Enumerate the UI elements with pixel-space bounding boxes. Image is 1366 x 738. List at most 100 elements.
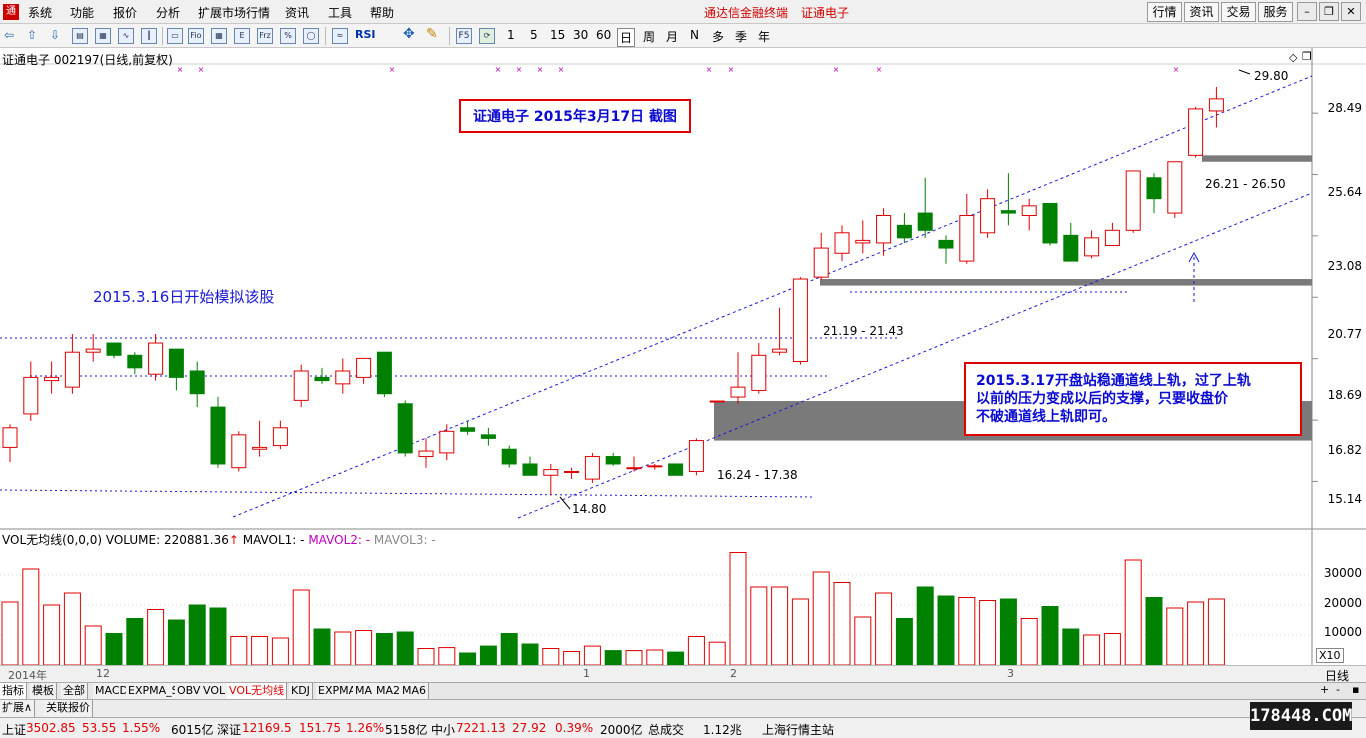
candle-body: [1188, 108, 1204, 156]
tab-kdj[interactable]: KDJ: [289, 683, 313, 700]
menu-extended-market[interactable]: 扩展市场行情: [198, 4, 270, 21]
indicator-icon[interactable]: ≈: [332, 28, 348, 44]
frz-icon[interactable]: Frz: [257, 28, 273, 44]
pencil-icon[interactable]: ✎: [426, 26, 438, 42]
refresh-icon[interactable]: ⟳: [479, 28, 495, 44]
volume-bar: [105, 633, 123, 665]
candle: [855, 220, 871, 254]
menu-tools[interactable]: 工具: [328, 4, 352, 21]
rsi-button[interactable]: RSI: [355, 28, 376, 41]
quote-button[interactable]: 行情: [1147, 2, 1182, 22]
minimize-icon[interactable]: –: [1297, 2, 1317, 21]
mavol2-label: MAVOL2: -: [308, 533, 371, 547]
toolbar: ⇦ ⇧ ⇩ ▤ ▦ ∿ ┃ ▭ Fio ▦ E Frz % ◯ ≈ RSI ✥ …: [0, 24, 1366, 48]
circle-icon[interactable]: ◯: [303, 28, 319, 44]
candle-body: [1063, 234, 1079, 262]
percent-icon[interactable]: %: [280, 28, 296, 44]
server-label[interactable]: 上海行情主站: [762, 721, 834, 738]
grid-icon[interactable]: ▦: [95, 28, 111, 44]
zoom-out-icon[interactable]: -: [1336, 683, 1340, 696]
candle-body: [917, 212, 933, 231]
tab-vol-no-ma[interactable]: VOL无均线: [227, 683, 288, 700]
volume-bar: [230, 636, 248, 665]
tab-template[interactable]: 模板: [30, 683, 57, 700]
menu-system[interactable]: 系统: [28, 4, 52, 21]
period-month[interactable]: 月: [666, 28, 678, 45]
zoom-in-icon[interactable]: +: [1320, 683, 1329, 696]
period-day[interactable]: 日: [617, 28, 636, 47]
menu-info[interactable]: 资讯: [285, 4, 309, 21]
info-button[interactable]: 资讯: [1184, 2, 1219, 22]
volume-bar: [1, 601, 19, 665]
arrow-left-icon[interactable]: ⇦: [4, 28, 14, 42]
volume-bar: [667, 651, 685, 665]
candle-body: [501, 448, 517, 465]
tab-vol[interactable]: VOL: [201, 683, 229, 700]
candle-body: [792, 278, 808, 363]
volume-bar: [209, 607, 227, 665]
strategy-note-line: 不破通道线上轨即可。: [976, 409, 1116, 425]
period-season[interactable]: 季: [735, 28, 747, 45]
period-multi[interactable]: 多: [712, 28, 724, 45]
sh-percent: 1.55%: [122, 721, 161, 735]
tab-all[interactable]: 全部: [61, 683, 88, 700]
status-bar: 上证 3502.85 53.55 1.55% 6015亿 深证 12169.5 …: [0, 717, 1366, 738]
menu-function[interactable]: 功能: [70, 4, 94, 21]
candle-body: [356, 357, 372, 378]
window-icon[interactable]: ❐: [1302, 50, 1312, 63]
tab-obv[interactable]: OBV: [175, 683, 204, 700]
candle-body: [85, 348, 101, 353]
candle: [647, 463, 663, 470]
fio-icon[interactable]: Fio: [188, 28, 204, 44]
f5-button[interactable]: F5: [456, 28, 472, 44]
trade-button[interactable]: 交易: [1221, 2, 1256, 22]
volume-bar: [438, 647, 456, 665]
arrow-down-icon[interactable]: ⇩: [50, 28, 60, 42]
tab-ma2[interactable]: MA2: [374, 683, 404, 700]
tab-ma[interactable]: MA: [353, 683, 376, 700]
strategy-note: 2015.3.17开盘站稳通道线上轨，过了上轨 以前的压力变成以后的支撑，只要收…: [964, 362, 1302, 436]
period-5min[interactable]: 5: [530, 28, 538, 42]
line-chart-icon[interactable]: ∿: [118, 28, 134, 44]
period-year[interactable]: 年: [758, 28, 770, 45]
tab-ma6[interactable]: MA6: [400, 683, 430, 700]
report-icon[interactable]: ▤: [72, 28, 88, 44]
volume-bar: [167, 619, 185, 665]
close-icon[interactable]: ✕: [1341, 2, 1361, 21]
diamond-icon[interactable]: ◇: [1289, 51, 1297, 64]
candle-body: [252, 446, 268, 450]
service-button[interactable]: 服务: [1258, 2, 1293, 22]
period-n[interactable]: N: [690, 28, 699, 42]
arrow-up-icon[interactable]: ⇧: [27, 28, 37, 42]
candle: [501, 445, 517, 468]
menu-quote[interactable]: 报价: [113, 4, 137, 21]
menu-help[interactable]: 帮助: [370, 4, 394, 21]
menu-bar: 通 系统 功能 报价 分析 扩展市场行情 资讯 工具 帮助 通达信金融终端 证通…: [0, 0, 1366, 24]
tab-indicator[interactable]: 指标: [0, 683, 27, 700]
tab-expand[interactable]: 扩展∧: [0, 700, 36, 718]
volume-unit: X10: [1316, 648, 1344, 663]
f10-icon[interactable]: ▭: [167, 28, 183, 44]
restore-icon[interactable]: ❐: [1319, 2, 1339, 21]
watermark-logo: 178448.COM: [1250, 702, 1352, 730]
move-icon[interactable]: ✥: [403, 26, 415, 42]
candle-chart-icon[interactable]: ┃: [141, 28, 157, 44]
volume-bar: [771, 586, 789, 665]
e-icon[interactable]: E: [234, 28, 250, 44]
tab-related-quote[interactable]: 关联报价: [44, 700, 93, 718]
settings-icon[interactable]: ▪: [1352, 683, 1359, 696]
candle: [210, 397, 226, 468]
grid-sheet-icon[interactable]: ▦: [211, 28, 227, 44]
period-60min[interactable]: 60: [596, 28, 611, 42]
period-week[interactable]: 周: [643, 28, 655, 45]
kline-chart[interactable]: × × × × × × × × × × × ×: [0, 48, 1366, 665]
sh-label: 上证: [2, 723, 27, 737]
period-15min[interactable]: 15: [550, 28, 565, 42]
menu-analysis[interactable]: 分析: [156, 4, 180, 21]
volume-bar: [375, 633, 393, 665]
period-30min[interactable]: 30: [573, 28, 588, 42]
candle: [1042, 202, 1058, 246]
tab-expma-s[interactable]: EXPMA_S: [126, 683, 182, 700]
volume-bar: [271, 637, 289, 665]
period-1min[interactable]: 1: [507, 28, 515, 42]
